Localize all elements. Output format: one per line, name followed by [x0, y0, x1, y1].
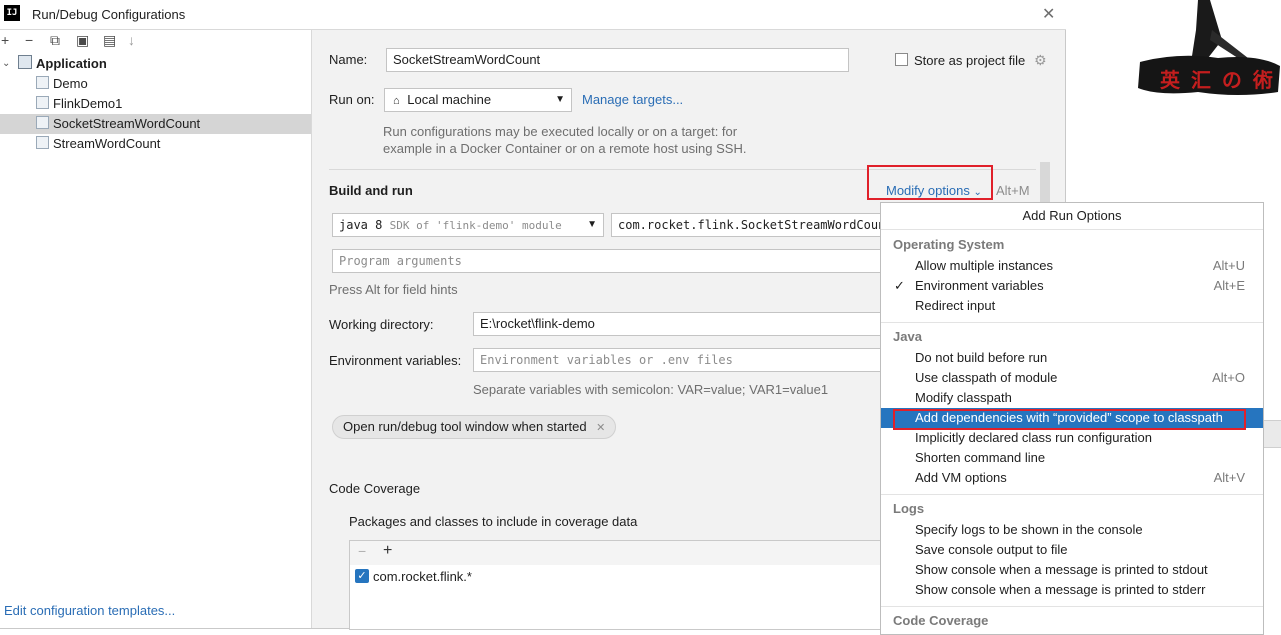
group-java: Java: [893, 329, 922, 344]
window-title: Run/Debug Configurations: [32, 7, 186, 22]
divider: [881, 322, 1263, 323]
program-arguments-field[interactable]: Program arguments: [332, 249, 881, 273]
save-icon[interactable]: ▣: [76, 32, 89, 49]
tree-item-label: Demo: [53, 76, 88, 91]
modify-options-shortcut: Alt+M: [996, 183, 1030, 198]
config-icon: [36, 96, 49, 109]
coverage-list-toolbar: [350, 541, 880, 565]
divider: [881, 229, 1263, 230]
name-field[interactable]: SocketStreamWordCount: [386, 48, 849, 72]
close-icon[interactable]: ✕: [1042, 4, 1055, 24]
coverage-item-label: com.rocket.flink.*: [373, 569, 472, 584]
home-icon: ⌂: [393, 95, 400, 107]
tree-item-flinkdemo1[interactable]: FlinkDemo1: [0, 94, 311, 114]
tree-group-label: Application: [36, 56, 107, 71]
menu-item-save-console-output[interactable]: Save console output to file: [881, 540, 1263, 560]
run-on-dropdown[interactable]: ⌂ Local machine ▼: [384, 88, 572, 112]
menu-item-modify-classpath[interactable]: Modify classpath: [881, 388, 1263, 408]
working-directory-field[interactable]: E:\rocket\flink-demo: [473, 312, 881, 336]
menu-item-allow-multiple-instances[interactable]: Allow multiple instances Alt+U: [881, 256, 1263, 276]
menu-item-specify-logs[interactable]: Specify logs to be shown in the console: [881, 520, 1263, 540]
code-coverage-heading: Code Coverage: [329, 481, 421, 496]
dropdown-arrow-icon: ▼: [555, 94, 565, 105]
tree-item-label: SocketStreamWordCount: [53, 116, 201, 131]
env-variables-field[interactable]: Environment variables or .env files: [473, 348, 881, 372]
menu-item-environment-variables[interactable]: ✓ Environment variables Alt+E: [881, 276, 1263, 296]
store-project-label: Store as project file: [914, 53, 1026, 68]
divider: [881, 494, 1263, 495]
config-icon: [36, 116, 49, 129]
intellij-logo-icon: IJ: [4, 5, 20, 21]
build-run-heading: Build and run: [329, 183, 413, 198]
jdk-dropdown[interactable]: java 8 SDK of 'flink-demo' module ▼: [332, 213, 604, 237]
coverage-packages-label: Packages and classes to include in cover…: [349, 514, 638, 529]
group-logs: Logs: [893, 501, 925, 516]
watermark-text: 英 汇 の 術: [1160, 68, 1275, 92]
scrollbar[interactable]: [1040, 162, 1050, 204]
env-variables-label: Environment variables:: [329, 353, 462, 368]
checkmark-icon: ✓: [894, 278, 905, 293]
run-on-hint-line-2: example in a Docker Container or on a re…: [383, 141, 747, 156]
add-icon[interactable]: +: [383, 542, 392, 560]
sort-icon[interactable]: ↓: [128, 32, 135, 48]
popup-title: Add Run Options: [1022, 208, 1122, 223]
tree-item-label: FlinkDemo1: [53, 96, 123, 111]
menu-item-shorten-command-line[interactable]: Shorten command line: [881, 448, 1263, 468]
group-code-coverage: Code Coverage: [893, 613, 989, 628]
menu-item-add-vm-options[interactable]: Add VM options Alt+V: [881, 468, 1263, 488]
coverage-item-checkbox[interactable]: ✓: [355, 569, 369, 583]
background-panel: [1264, 420, 1281, 448]
tree-item-demo[interactable]: Demo: [0, 74, 311, 94]
dropdown-arrow-icon: ▼: [587, 219, 597, 230]
working-directory-label: Working directory:: [329, 317, 434, 332]
add-icon[interactable]: +: [1, 32, 9, 48]
main-class-field[interactable]: com.rocket.flink.SocketStreamWordCount: [611, 213, 881, 237]
highlight-box-provided-scope: [893, 409, 1246, 430]
tree-item-label: StreamWordCount: [53, 136, 161, 151]
config-icon: [36, 136, 49, 149]
copy-icon[interactable]: ⧉: [50, 32, 60, 49]
chip-label: Open run/debug tool window when started: [343, 419, 587, 434]
jdk-value: java 8: [339, 218, 383, 232]
store-project-checkbox[interactable]: [895, 53, 908, 66]
tree-item-socketstreamwordcount[interactable]: SocketStreamWordCount: [0, 114, 311, 134]
manage-targets-link[interactable]: Manage targets...: [582, 92, 683, 107]
gear-icon[interactable]: ⚙: [1034, 52, 1047, 69]
config-icon: [36, 76, 49, 89]
menu-item-use-classpath-of-module[interactable]: Use classpath of module Alt+O: [881, 368, 1263, 388]
tree-item-streamwordcount[interactable]: StreamWordCount: [0, 134, 311, 154]
menu-item-show-console-stdout[interactable]: Show console when a message is printed t…: [881, 560, 1263, 580]
run-on-label: Run on:: [329, 92, 375, 107]
menu-item-show-console-stderr[interactable]: Show console when a message is printed t…: [881, 580, 1263, 600]
tree-group-application[interactable]: ⌄ Application: [0, 54, 311, 74]
group-operating-system: Operating System: [893, 237, 1005, 252]
remove-icon[interactable]: −: [25, 32, 33, 48]
open-tool-window-chip[interactable]: Open run/debug tool window when started …: [332, 415, 617, 439]
remove-icon[interactable]: −: [358, 543, 366, 559]
run-on-hint-line-1: Run configurations may be executed local…: [383, 124, 738, 139]
watermark-logo: 英 汇 の 術: [1138, 0, 1281, 98]
name-label: Name:: [329, 52, 368, 67]
menu-item-implicitly-declared-class[interactable]: Implicitly declared class run configurat…: [881, 428, 1263, 448]
close-icon[interactable]: ✕: [596, 422, 605, 434]
alt-hint: Press Alt for field hints: [329, 282, 458, 297]
folder-icon[interactable]: ▤: [103, 32, 116, 49]
run-on-value: Local machine: [407, 92, 492, 107]
edit-templates-link[interactable]: Edit configuration templates...: [4, 603, 175, 618]
divider: [881, 606, 1263, 607]
menu-item-do-not-build[interactable]: Do not build before run: [881, 348, 1263, 368]
application-icon: [18, 55, 32, 69]
highlight-box-modify-options: [867, 165, 993, 200]
menu-item-redirect-input[interactable]: Redirect input: [881, 296, 1263, 316]
chevron-down-icon[interactable]: ⌄: [2, 54, 10, 74]
jdk-hint: SDK of 'flink-demo' module: [389, 219, 562, 232]
env-hint: Separate variables with semicolon: VAR=v…: [473, 382, 829, 397]
